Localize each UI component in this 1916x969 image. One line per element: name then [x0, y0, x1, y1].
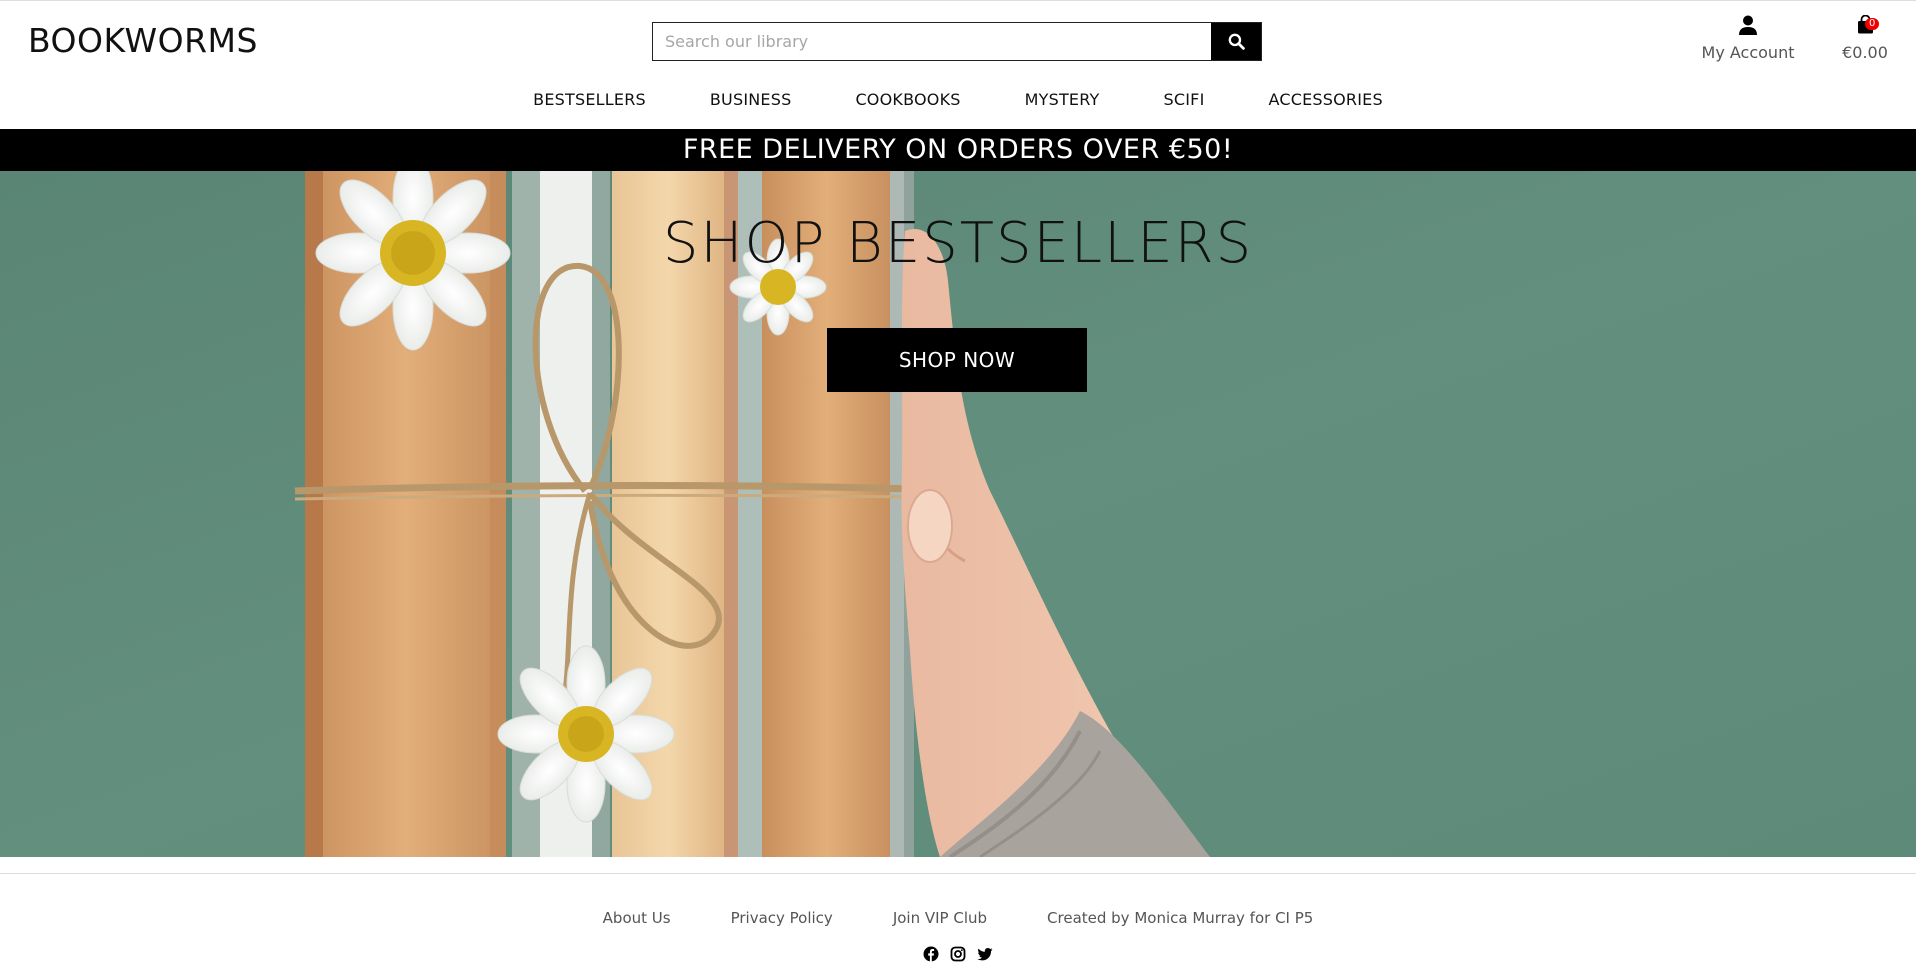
- shop-now-button[interactable]: SHOP NOW: [827, 328, 1087, 392]
- nav-item-bestsellers[interactable]: BESTSELLERS: [501, 88, 678, 111]
- cart-total: €0.00: [1842, 43, 1888, 62]
- twitter-icon[interactable]: [977, 946, 993, 962]
- user-icon: [1739, 15, 1757, 35]
- nav-item-business[interactable]: BUSINESS: [678, 88, 824, 111]
- footer-divider: [0, 873, 1916, 874]
- main-nav: BESTSELLERS BUSINESS COOKBOOKS MYSTERY S…: [0, 88, 1916, 111]
- my-account-link[interactable]: My Account: [1690, 15, 1806, 62]
- hero-title: SHOP BESTSELLERS: [662, 211, 1254, 276]
- footer-link-privacy-policy[interactable]: Privacy Policy: [701, 909, 863, 927]
- nav-item-mystery[interactable]: MYSTERY: [993, 88, 1132, 111]
- nav-item-cookbooks[interactable]: COOKBOOKS: [823, 88, 992, 111]
- cart-count-badge: 0: [1865, 18, 1880, 30]
- instagram-icon[interactable]: [950, 946, 966, 962]
- nav-item-scifi[interactable]: SCIFI: [1132, 88, 1237, 111]
- site-footer: About Us Privacy Policy Join VIP Club Cr…: [0, 857, 1916, 969]
- site-logo[interactable]: BOOKWORMS: [28, 21, 258, 60]
- footer-credit: Created by Monica Murray for CI P5: [1047, 909, 1314, 927]
- my-account-label: My Account: [1701, 43, 1795, 62]
- facebook-icon[interactable]: [923, 946, 939, 962]
- footer-link-join-vip-club[interactable]: Join VIP Club: [863, 909, 1017, 927]
- search-icon: [1228, 33, 1245, 50]
- search-form: [652, 22, 1262, 61]
- footer-link-about-us[interactable]: About Us: [573, 909, 701, 927]
- nav-item-accessories[interactable]: ACCESSORIES: [1236, 88, 1414, 111]
- search-input[interactable]: [653, 23, 1211, 60]
- search-button[interactable]: [1211, 23, 1261, 60]
- site-header: BOOKWORMS My Account 0 €0.00: [0, 1, 1916, 129]
- footer-links: About Us Privacy Policy Join VIP Club Cr…: [0, 909, 1916, 927]
- hero-banner: SHOP BESTSELLERS SHOP NOW: [0, 171, 1916, 857]
- cart-link[interactable]: 0 €0.00: [1830, 15, 1900, 62]
- free-delivery-banner: FREE DELIVERY ON ORDERS OVER €50!: [0, 129, 1916, 171]
- social-links: [0, 946, 1916, 962]
